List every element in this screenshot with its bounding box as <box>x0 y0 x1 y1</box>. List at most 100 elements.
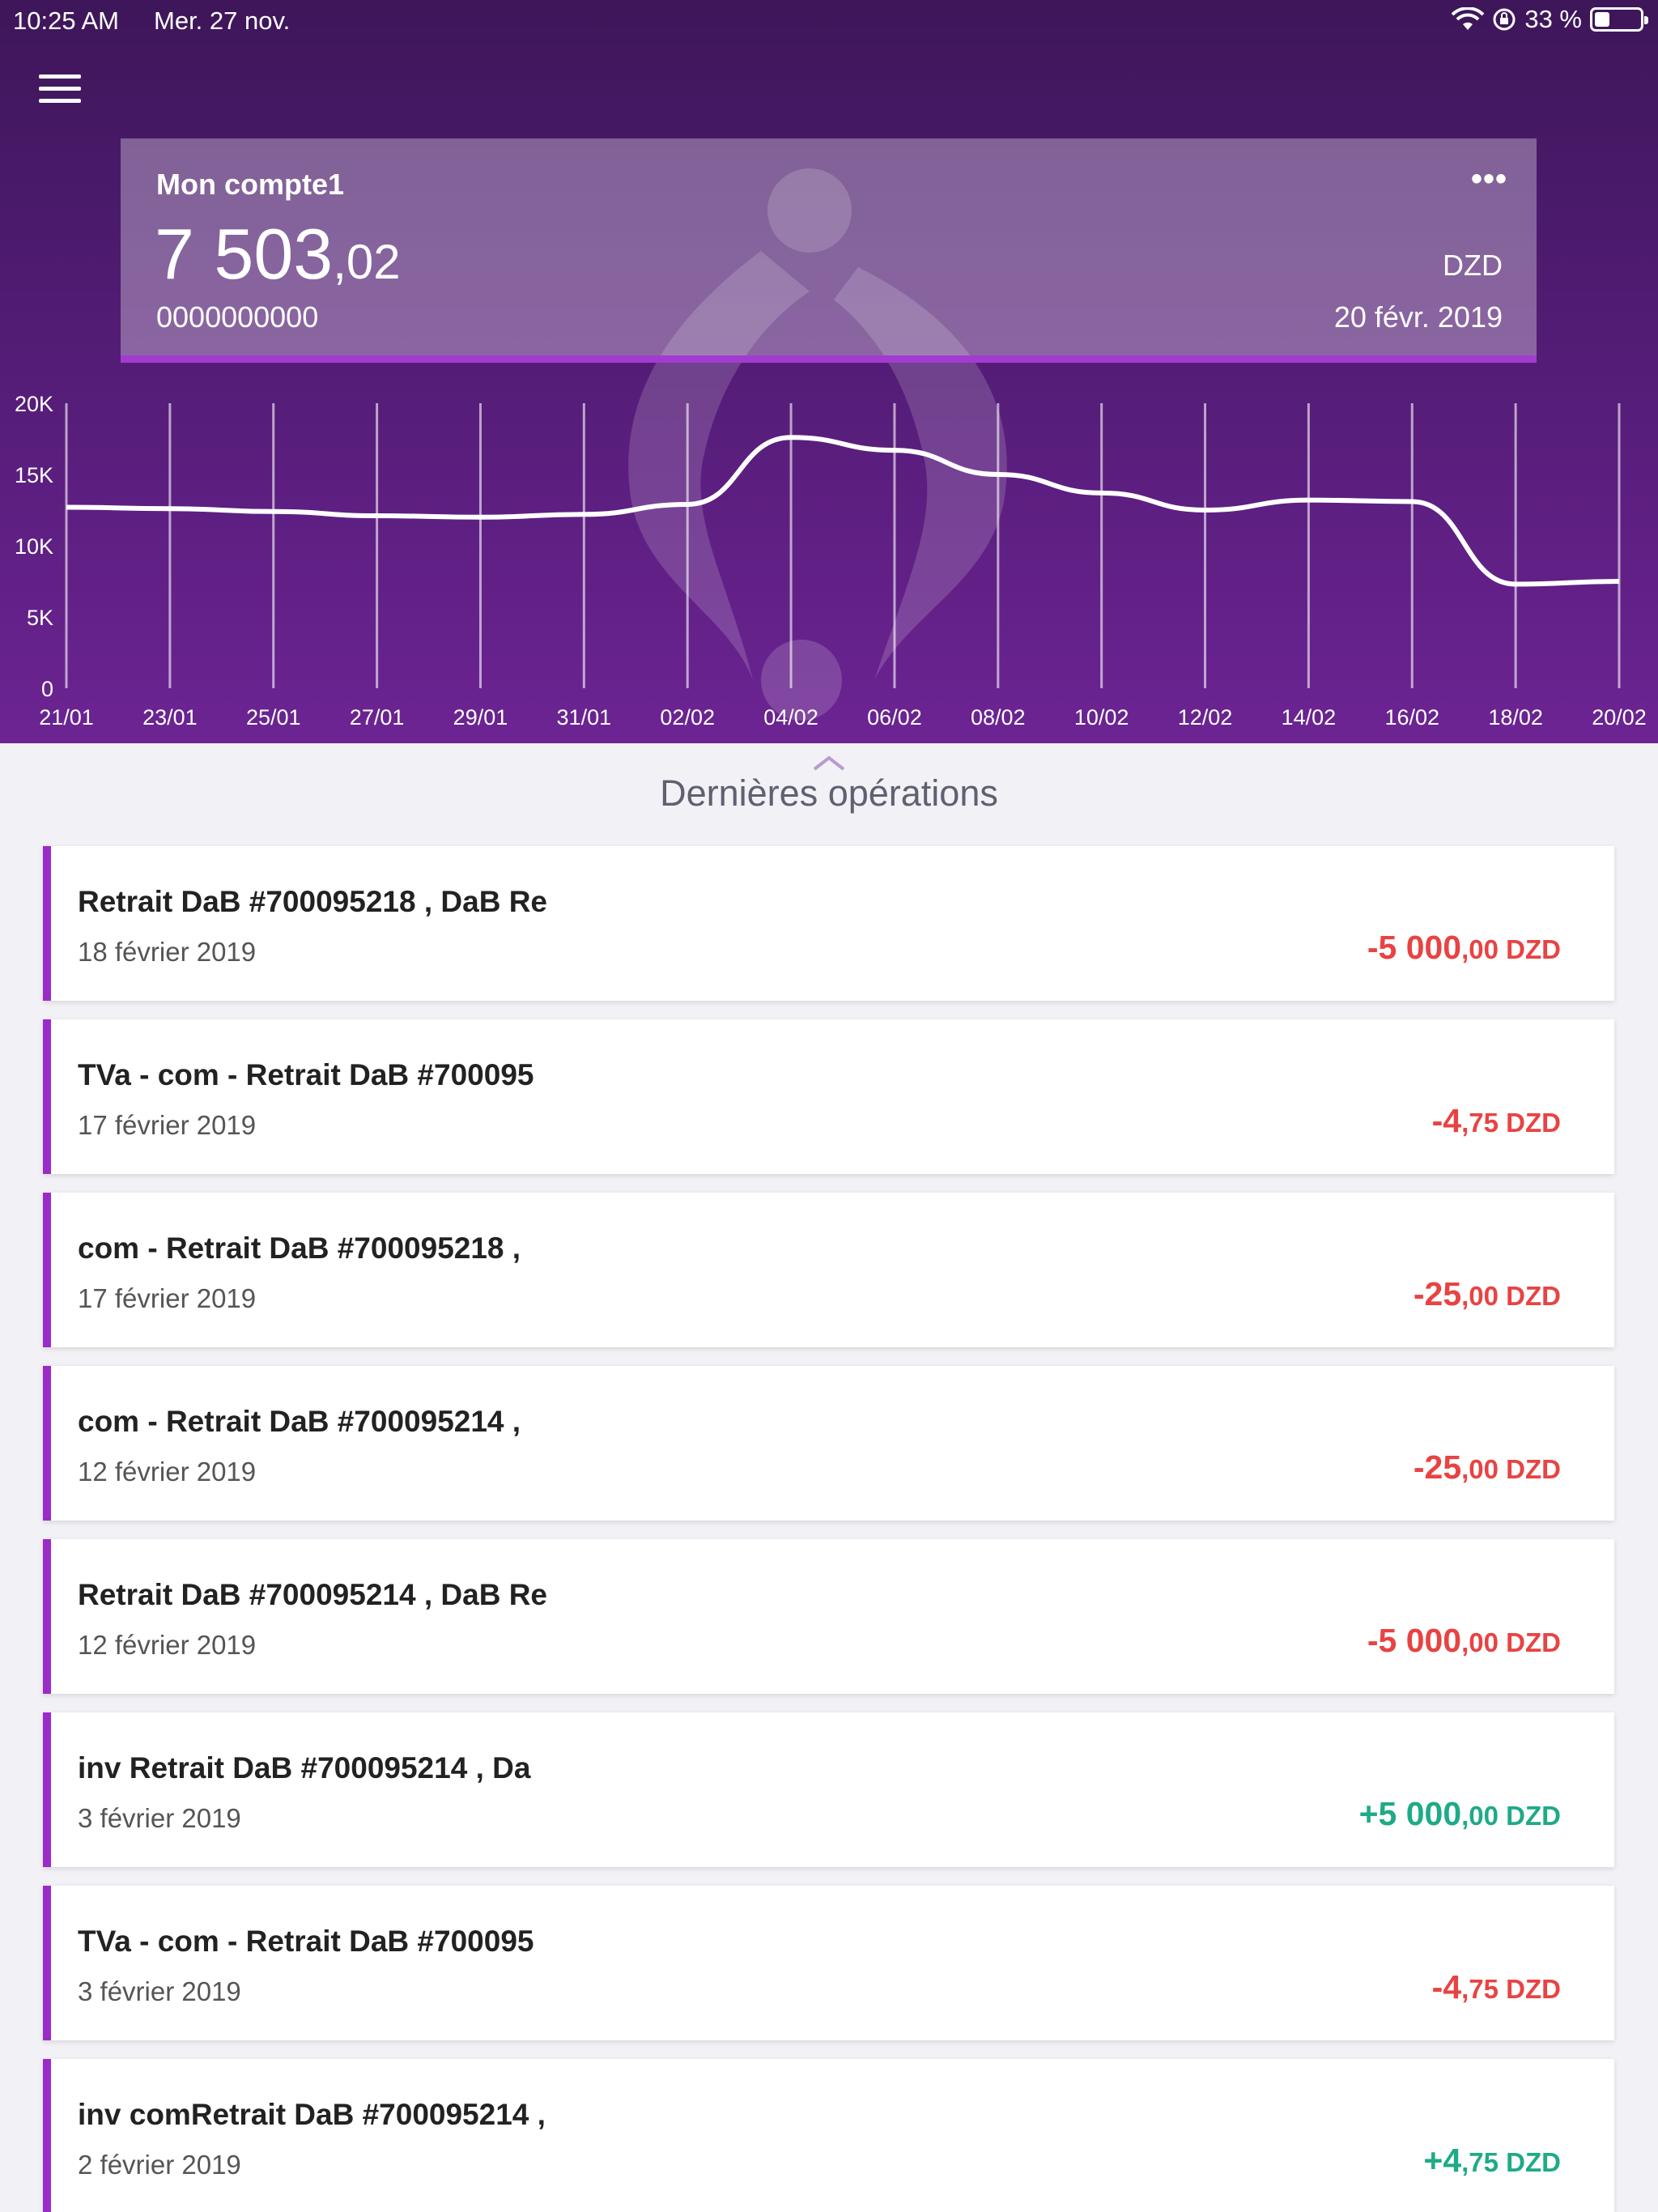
amount-decimal: ,00 <box>1461 934 1499 964</box>
operation-item[interactable]: Retrait DaB #700095214 , DaB Re 12 févrie… <box>43 1539 1614 1694</box>
amount-integer: -4 <box>1431 1968 1462 2006</box>
operation-label: TVa - com - Retrait DaB #700095 <box>78 1058 534 1091</box>
operations-header: Dernières opérations <box>0 753 1658 826</box>
chart-y-tick: 0 <box>41 677 53 701</box>
operation-label: com - Retrait DaB #700095218 , <box>78 1231 521 1265</box>
chart-x-tick: 20/02 <box>1592 705 1647 730</box>
amount-integer: -25 <box>1413 1448 1462 1486</box>
status-bar: 10:25 AM Mer. 27 nov. 33 % <box>0 0 1658 42</box>
operation-item[interactable]: inv Retrait DaB #700095214 , Da 3 février… <box>43 1712 1614 1867</box>
balance-chart: 0 5K 10K 15K 20K 21/01 23/01 25/01 27/01 29/01 31/… <box>15 392 1647 730</box>
operation-date: 12 février 2019 <box>78 1630 257 1660</box>
operation-date: 3 février 2019 <box>78 1803 241 1833</box>
amount-decimal: ,00 <box>1461 1281 1499 1311</box>
amount-currency: DZD <box>1499 934 1561 964</box>
chart-x-tick: 04/02 <box>763 705 818 730</box>
chart-x-tick: 16/02 <box>1384 705 1439 730</box>
operation-date: 2 février 2019 <box>78 2150 241 2180</box>
operation-date: 18 février 2019 <box>78 937 257 967</box>
battery-percent: 33 % <box>1524 5 1582 33</box>
amount-decimal: ,75 <box>1461 1974 1499 2004</box>
currency-code: DZD <box>1506 2147 1561 2177</box>
chart-x-tick: 21/01 <box>39 705 94 730</box>
chart-x-tick: 08/02 <box>971 705 1026 730</box>
operation-item[interactable]: Retrait DaB #700095218 , DaB Re 18 févrie… <box>43 846 1614 1001</box>
chart-x-tick: 27/01 <box>350 705 405 730</box>
amount-integer: -5 000 <box>1367 1622 1462 1659</box>
status-date: Mer. 27 nov. <box>154 6 291 35</box>
chart-x-tick: 23/01 <box>142 705 198 730</box>
chart-x-tick: 12/02 <box>1178 705 1233 730</box>
currency-code: DZD <box>1506 1108 1561 1138</box>
amount-integer: -25 <box>1413 1275 1462 1312</box>
chart-x-tick: 14/02 <box>1282 705 1337 730</box>
amount-currency: DZD <box>1499 1454 1561 1484</box>
chart-x-tick: 02/02 <box>660 705 715 730</box>
account-date: 20 févr. 2019 <box>1333 300 1503 334</box>
operation-date: 12 février 2019 <box>78 1457 257 1487</box>
account-number: 0000000000 <box>156 300 319 334</box>
amount-integer: -4 <box>1431 1102 1462 1139</box>
operations-title: Dernières opérations <box>660 772 998 814</box>
operation-label: Retrait DaB #700095214 , DaB Re <box>78 1578 547 1611</box>
account-name: Mon compte1 <box>156 168 345 201</box>
operation-item[interactable]: TVa - com - Retrait DaB #700095 3 février… <box>43 1886 1614 2040</box>
amount-currency: DZD <box>1499 1974 1561 2004</box>
operation-amount: +5 000,00 DZD <box>1359 1795 1561 1833</box>
amount-currency: DZD <box>1499 1627 1561 1657</box>
balance-decimal: ,02 <box>333 235 401 289</box>
amount-decimal: ,00 <box>1461 1454 1499 1484</box>
status-right: 33 % <box>1452 5 1648 34</box>
operation-label: com - Retrait DaB #700095214 , <box>78 1405 521 1438</box>
operation-label: TVa - com - Retrait DaB #700095 <box>78 1925 534 1958</box>
amount-decimal: ,00 <box>1461 1627 1499 1657</box>
operation-date: 17 février 2019 <box>78 1110 257 1140</box>
operation-item[interactable]: com - Retrait DaB #700095214 , 12 février… <box>43 1366 1614 1521</box>
balance-series-line <box>66 435 1620 587</box>
hamburger-menu-icon[interactable] <box>39 74 81 107</box>
chart-x-tick: 31/01 <box>557 705 612 730</box>
operation-label: inv comRetrait DaB #700095214 , <box>78 2098 546 2131</box>
chart-x-tick: 29/01 <box>453 705 508 730</box>
amount-decimal: ,75 <box>1461 1108 1499 1138</box>
operation-item[interactable]: inv comRetrait DaB #700095214 , 2 février… <box>43 2059 1614 2212</box>
account-header: 10:25 AM Mer. 27 nov. 33 % Mon compte1 7… <box>0 0 1658 743</box>
currency-code: DZD <box>1506 934 1561 964</box>
operation-item[interactable]: TVa - com - Retrait DaB #700095 17 févrie… <box>43 1019 1614 1174</box>
currency-code: DZD <box>1506 1801 1561 1831</box>
operation-date: 3 février 2019 <box>78 1976 241 2006</box>
chart-y-tick: 10K <box>15 534 53 559</box>
operation-amount: -25,00 DZD <box>1414 1448 1561 1487</box>
account-currency: DZD <box>1443 249 1503 282</box>
operation-amount: -5 000,00 DZD <box>1367 929 1561 967</box>
currency-code: DZD <box>1506 1627 1561 1657</box>
currency-code: DZD <box>1506 1974 1561 2004</box>
operation-amount: -5 000,00 DZD <box>1367 1622 1561 1660</box>
amount-decimal: ,75 <box>1461 2147 1499 2177</box>
operation-label: Retrait DaB #700095218 , DaB Re <box>78 885 547 918</box>
amount-integer: +5 000 <box>1358 1795 1462 1832</box>
operation-amount: -4,75 DZD <box>1432 1102 1561 1140</box>
account-balance: 7 503,02 <box>155 213 401 296</box>
amount-decimal: ,00 <box>1461 1801 1499 1831</box>
chart-x-tick: 25/01 <box>246 705 301 730</box>
operation-amount: -4,75 DZD <box>1432 1968 1561 2006</box>
orientation-lock-icon <box>1493 8 1516 31</box>
operations-list: Retrait DaB #700095218 , DaB Re 18 févrie… <box>43 846 1614 2212</box>
amount-integer: -5 000 <box>1367 929 1462 966</box>
currency-code: DZD <box>1506 1281 1561 1311</box>
amount-currency: DZD <box>1499 2147 1561 2177</box>
account-card[interactable]: Mon compte1 7 503,02 0000000000 ••• DZD … <box>121 138 1537 363</box>
operation-amount: +4,75 DZD <box>1423 2142 1561 2180</box>
status-time: 10:25 AM <box>13 6 119 35</box>
amount-currency: DZD <box>1499 1801 1561 1831</box>
operation-item[interactable]: com - Retrait DaB #700095218 , 17 février… <box>43 1193 1614 1347</box>
chart-x-tick: 18/02 <box>1488 705 1543 730</box>
more-options-icon[interactable]: ••• <box>1471 163 1507 195</box>
amount-integer: +4 <box>1423 2142 1462 2179</box>
operation-amount: -25,00 DZD <box>1414 1275 1561 1313</box>
chart-x-tick: 06/02 <box>867 705 922 730</box>
operation-label: inv Retrait DaB #700095214 , Da <box>78 1751 531 1784</box>
wifi-icon <box>1452 7 1485 30</box>
chevron-up-icon[interactable] <box>811 753 847 772</box>
